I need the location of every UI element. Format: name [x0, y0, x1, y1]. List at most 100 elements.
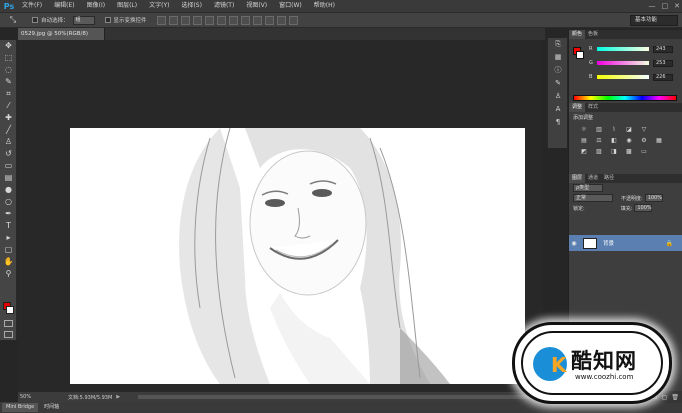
maximize-button[interactable]: □ [662, 1, 669, 11]
distribute-bottom-icon[interactable] [252, 15, 262, 25]
horizontal-scrollbar[interactable] [138, 395, 538, 399]
crop-tool-icon[interactable]: ⌗ [0, 88, 17, 100]
menu-view[interactable]: 视图(V) [240, 0, 273, 12]
distribute-vcenter-icon[interactable] [240, 15, 250, 25]
brush-panel-icon[interactable]: ✎ [548, 77, 568, 90]
tab-mini-bridge[interactable]: Mini Bridge [2, 403, 39, 412]
properties-panel-icon[interactable]: ▦ [548, 51, 568, 64]
menu-image[interactable]: 图像(I) [81, 0, 111, 12]
invert-icon[interactable]: ◩ [579, 147, 589, 156]
document-image[interactable] [70, 128, 525, 384]
posterize-icon[interactable]: ▨ [594, 147, 604, 156]
align-left-icon[interactable] [192, 15, 202, 25]
distribute-top-icon[interactable] [228, 15, 238, 25]
clone-source-panel-icon[interactable]: ♙ [548, 90, 568, 103]
levels-icon[interactable]: ▥ [594, 125, 604, 134]
tab-styles[interactable]: 样式 [585, 103, 601, 112]
character-panel-icon[interactable]: A [548, 103, 568, 116]
distribute-right-icon[interactable] [288, 15, 298, 25]
dodge-tool-icon[interactable]: ○ [0, 196, 17, 208]
opacity-value[interactable]: 100% [644, 194, 663, 202]
close-button[interactable]: ✕ [674, 1, 680, 11]
tab-color[interactable]: 颜色 [569, 30, 586, 39]
blend-mode-dropdown[interactable]: 正常 [573, 194, 613, 202]
menu-type[interactable]: 文字(Y) [143, 0, 175, 12]
visibility-eye-icon[interactable]: ◉ [569, 240, 579, 247]
blur-tool-icon[interactable]: ● [0, 184, 17, 196]
status-menu-arrow-icon[interactable]: ▶ [116, 394, 120, 400]
menu-help[interactable]: 帮助(H) [308, 0, 341, 12]
brush-tool-icon[interactable]: ╱ [0, 124, 17, 136]
color-panel-background-swatch[interactable] [576, 51, 584, 59]
blue-channel-slider[interactable] [597, 75, 649, 79]
layer-kind-filter[interactable]: ρ类型 [573, 184, 603, 192]
document-tab[interactable]: 0529.jpg @ 50%(RGB/8) [18, 28, 105, 40]
background-color-swatch[interactable] [6, 306, 14, 314]
channel-mixer-icon[interactable]: ⚙ [639, 136, 649, 145]
threshold-icon[interactable]: ◨ [609, 147, 619, 156]
hand-tool-icon[interactable]: ✋ [0, 256, 17, 268]
clone-stamp-tool-icon[interactable]: ♙ [0, 136, 17, 148]
tab-timeline[interactable]: 时间轴 [40, 403, 63, 412]
new-layer-icon[interactable]: ▢ [662, 394, 668, 401]
type-tool-icon[interactable]: T [0, 220, 17, 232]
align-vcenter-icon[interactable] [168, 15, 178, 25]
green-channel-value[interactable]: 253 [653, 59, 673, 67]
color-lookup-icon[interactable]: ▦ [654, 136, 664, 145]
red-channel-value[interactable]: 243 [653, 45, 673, 53]
menu-filter[interactable]: 滤镜(T) [208, 0, 240, 12]
eraser-tool-icon[interactable]: ▭ [0, 160, 17, 172]
align-hcenter-icon[interactable] [204, 15, 214, 25]
gradient-tool-icon[interactable]: ▤ [0, 172, 17, 184]
history-panel-icon[interactable]: ⎘ [548, 38, 568, 51]
fill-value[interactable]: 100% [634, 204, 653, 212]
vibrance-icon[interactable]: ▽ [639, 125, 649, 134]
menu-file[interactable]: 文件(F) [16, 0, 48, 12]
paragraph-panel-icon[interactable]: ¶ [548, 116, 568, 129]
shape-tool-icon[interactable]: ▢ [0, 244, 17, 256]
lasso-tool-icon[interactable]: ◌ [0, 64, 17, 76]
align-bottom-icon[interactable] [180, 15, 190, 25]
green-channel-slider[interactable] [597, 61, 649, 65]
eyedropper-tool-icon[interactable]: ⁄ [0, 100, 17, 112]
delete-layer-icon[interactable]: 🗑 [671, 394, 679, 401]
distribute-hcenter-icon[interactable] [276, 15, 286, 25]
zoom-tool-icon[interactable]: ⚲ [0, 268, 17, 280]
menu-select[interactable]: 选择(S) [175, 0, 208, 12]
tab-adjustments[interactable]: 调整 [569, 103, 586, 112]
zoom-level[interactable]: 50% [18, 394, 44, 400]
red-channel-slider[interactable] [597, 47, 649, 51]
path-select-tool-icon[interactable]: ▸ [0, 232, 17, 244]
history-brush-tool-icon[interactable]: ↺ [0, 148, 17, 160]
auto-select-dropdown[interactable]: 组 [72, 15, 95, 25]
minimize-button[interactable]: — [649, 1, 656, 11]
black-white-icon[interactable]: ◧ [609, 136, 619, 145]
show-transform-checkbox[interactable] [104, 17, 111, 23]
screen-mode-icon[interactable] [4, 331, 13, 338]
layer-row-background[interactable]: ◉ 背景 🔒 [569, 235, 682, 251]
photo-filter-icon[interactable]: ◉ [624, 136, 634, 145]
pen-tool-icon[interactable]: ✒ [0, 208, 17, 220]
quick-select-tool-icon[interactable]: ✎ [0, 76, 17, 88]
tab-channels[interactable]: 通道 [585, 174, 601, 183]
tab-layers[interactable]: 图层 [569, 174, 586, 183]
quick-mask-icon[interactable] [4, 320, 13, 327]
workspace-switcher[interactable]: 基本功能 [630, 15, 678, 26]
menu-layer[interactable]: 图层(L) [111, 0, 143, 12]
info-panel-icon[interactable]: ⓘ [548, 64, 568, 77]
align-top-icon[interactable] [156, 15, 166, 25]
color-spectrum-ramp[interactable] [573, 95, 677, 101]
gradient-map-icon[interactable]: ▭ [639, 147, 649, 156]
blue-channel-value[interactable]: 226 [653, 73, 673, 81]
move-tool-icon[interactable]: ✥ [0, 40, 17, 52]
menu-window[interactable]: 窗口(W) [273, 0, 308, 12]
curves-icon[interactable]: ⌇ [609, 125, 619, 134]
tab-swatches[interactable]: 色板 [585, 30, 601, 39]
auto-select-checkbox[interactable] [32, 17, 38, 23]
align-right-icon[interactable] [216, 15, 226, 25]
hue-saturation-icon[interactable]: ▤ [579, 136, 589, 145]
layer-name[interactable]: 背景 [603, 239, 614, 247]
exposure-icon[interactable]: ◪ [624, 125, 634, 134]
healing-brush-tool-icon[interactable]: ✚ [0, 112, 17, 124]
color-balance-icon[interactable]: ⚖ [594, 136, 604, 145]
